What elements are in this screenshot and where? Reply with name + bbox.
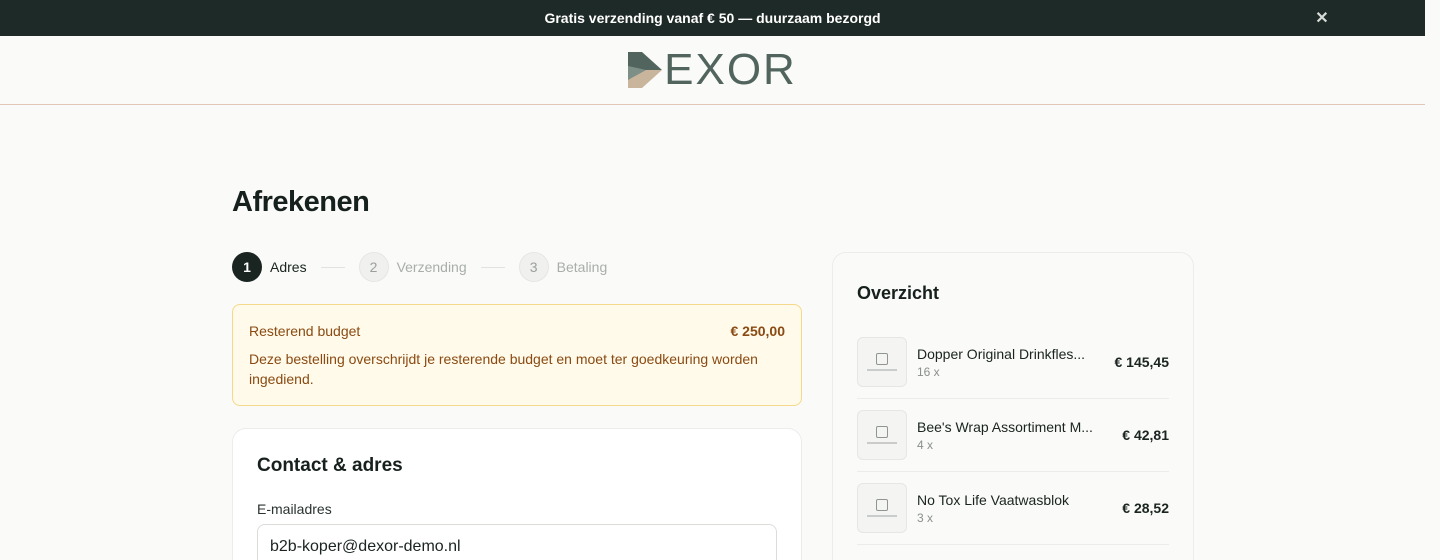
scrollbar[interactable] — [1425, 0, 1440, 560]
contact-title: Contact & adres — [257, 455, 403, 476]
item-qty: 3 x — [917, 510, 934, 525]
step-label: Betaling — [556, 259, 608, 275]
logo-mark-icon — [628, 52, 663, 88]
list-item[interactable]: Bee's Wrap Assortiment M... 4 x € 42,81 — [857, 399, 1169, 472]
step-verzending[interactable]: 2 Verzending — [358, 252, 467, 282]
summary-title: Overzicht — [857, 283, 940, 303]
product-thumbnail — [857, 410, 907, 460]
thumbnail-caption — [867, 442, 897, 444]
bottle-icon — [876, 353, 888, 365]
list-item[interactable]: Dopper Original Drinkfles... 16 x € 145,… — [857, 326, 1169, 399]
step-adres[interactable]: 1 Adres — [232, 252, 307, 282]
step-number: 2 — [358, 252, 389, 282]
item-name: No Tox Life Vaatwasblok — [917, 491, 1070, 508]
product-thumbnail — [857, 337, 907, 387]
page-title: Afrekenen — [232, 186, 370, 218]
budget-amount: € 250,00 — [730, 323, 786, 339]
budget-label: Resterend budget — [249, 323, 361, 339]
thumbnail-caption — [867, 515, 897, 517]
step-label: Adres — [270, 259, 307, 275]
item-price: € 145,45 — [1114, 354, 1170, 370]
announcement-text: Gratis verzending vanaf € 50 — duurzaam … — [544, 10, 881, 26]
wrap-icon — [876, 426, 888, 438]
summary-items: Dopper Original Drinkfles... 16 x € 145,… — [857, 326, 1169, 545]
step-label: Verzending — [396, 259, 467, 275]
checkout-steps: 1 Adres 2 Verzending 3 Betaling — [232, 252, 607, 282]
email-field[interactable] — [257, 524, 777, 560]
list-item[interactable]: No Tox Life Vaatwasblok 3 x € 28,52 — [857, 472, 1169, 545]
close-icon[interactable]: ✕ — [1313, 9, 1331, 27]
item-qty: 16 x — [917, 364, 940, 379]
budget-message: Deze bestelling overschrijdt je resteren… — [249, 351, 758, 387]
step-divider — [480, 266, 505, 268]
item-price: € 42,81 — [1122, 427, 1169, 443]
logo[interactable]: EXOR — [628, 48, 797, 92]
logo-text: EXOR — [664, 45, 797, 94]
item-name: Bee's Wrap Assortiment M... — [917, 418, 1093, 435]
contact-card: Contact & adres E-mailadres — [232, 428, 802, 560]
dishwasher-tablet-icon — [876, 499, 888, 511]
email-label: E-mailadres — [257, 501, 332, 517]
site-header: EXOR — [0, 36, 1425, 105]
announcement-bar: Gratis verzending vanaf € 50 — duurzaam … — [0, 0, 1425, 36]
step-divider — [320, 266, 345, 268]
budget-alert: Resterend budget € 250,00 Deze bestellin… — [232, 304, 802, 406]
step-betaling[interactable]: 3 Betaling — [518, 252, 608, 282]
order-summary: Overzicht Dopper Original Drinkfles... 1… — [832, 252, 1194, 560]
item-qty: 4 x — [917, 437, 934, 452]
thumbnail-caption — [867, 369, 897, 371]
step-number: 1 — [232, 252, 262, 282]
product-thumbnail — [857, 483, 907, 533]
step-number: 3 — [518, 252, 549, 282]
item-name: Dopper Original Drinkfles... — [917, 345, 1086, 362]
item-price: € 28,52 — [1122, 500, 1169, 516]
